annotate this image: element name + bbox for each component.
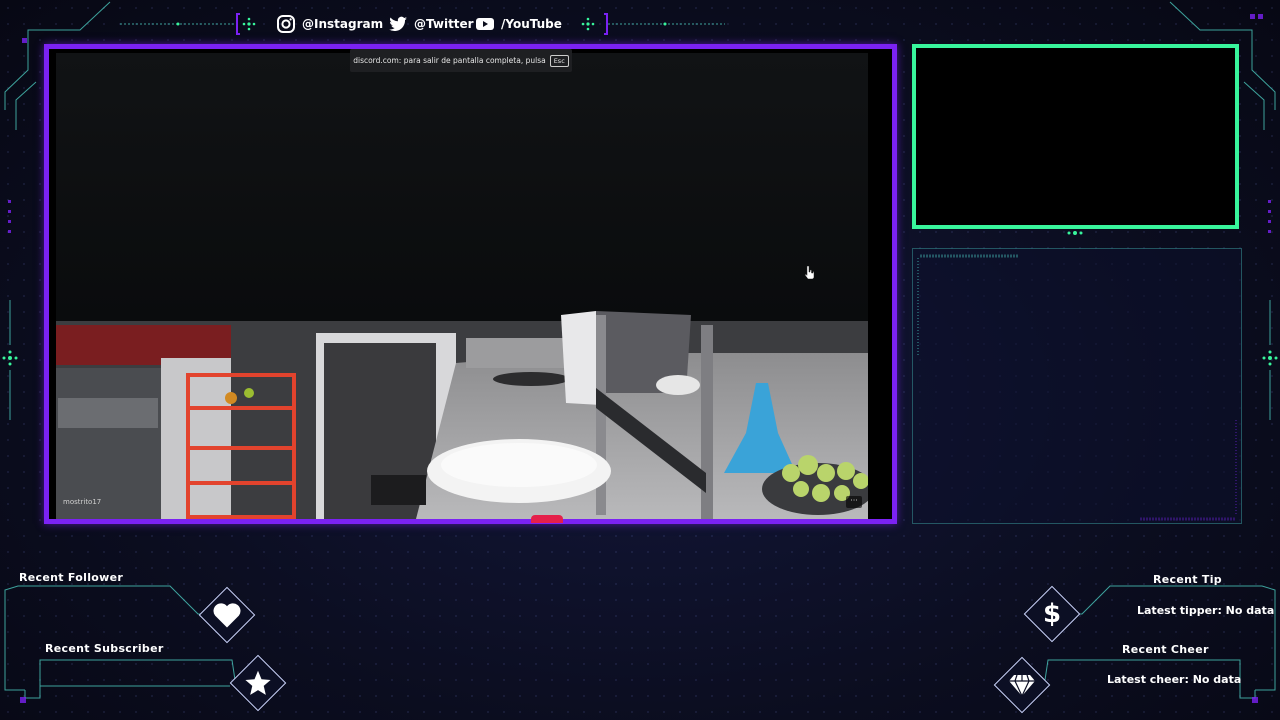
youtube-icon (476, 18, 494, 30)
fullscreen-notice: discord.com: para salir de pantalla comp… (350, 49, 572, 72)
recent-cheer-label: Recent Cheer (1122, 643, 1209, 656)
latest-tipper-value: Latest tipper: No data (1137, 604, 1275, 617)
fullscreen-notice-text: discord.com: para salir de pantalla comp… (353, 56, 546, 65)
instagram-handle: @Instagram (302, 17, 384, 31)
instagram-icon (277, 15, 295, 33)
esc-key-badge: Esc (549, 54, 569, 67)
heart-icon (207, 595, 247, 635)
stream-video[interactable] (56, 53, 868, 519)
main-stream-frame (44, 44, 897, 524)
more-options-button[interactable]: ··· (846, 496, 862, 508)
star-icon (238, 663, 278, 703)
diamond-gem-icon (1002, 665, 1042, 705)
chat-panel (912, 248, 1242, 524)
live-indicator-tab (531, 515, 563, 523)
recent-subscriber-label: Recent Subscriber (45, 642, 164, 655)
video-scene (56, 53, 868, 519)
social-twitter: @Twitter (388, 12, 474, 36)
dollar-icon: $ (1042, 599, 1062, 629)
social-youtube: /YouTube (475, 12, 562, 36)
latest-cheer-value: Latest cheer: No data (1107, 673, 1242, 686)
recent-tip-label: Recent Tip (1153, 573, 1222, 586)
webcam-frame (912, 44, 1239, 229)
social-instagram: @Instagram (276, 12, 383, 36)
recent-follower-label: Recent Follower (19, 571, 124, 584)
twitter-icon (389, 16, 407, 32)
stream-username: mostrito17 (63, 498, 102, 506)
hand-cursor-icon (804, 266, 814, 279)
twitter-handle: @Twitter (414, 17, 474, 31)
youtube-handle: /YouTube (501, 17, 562, 31)
